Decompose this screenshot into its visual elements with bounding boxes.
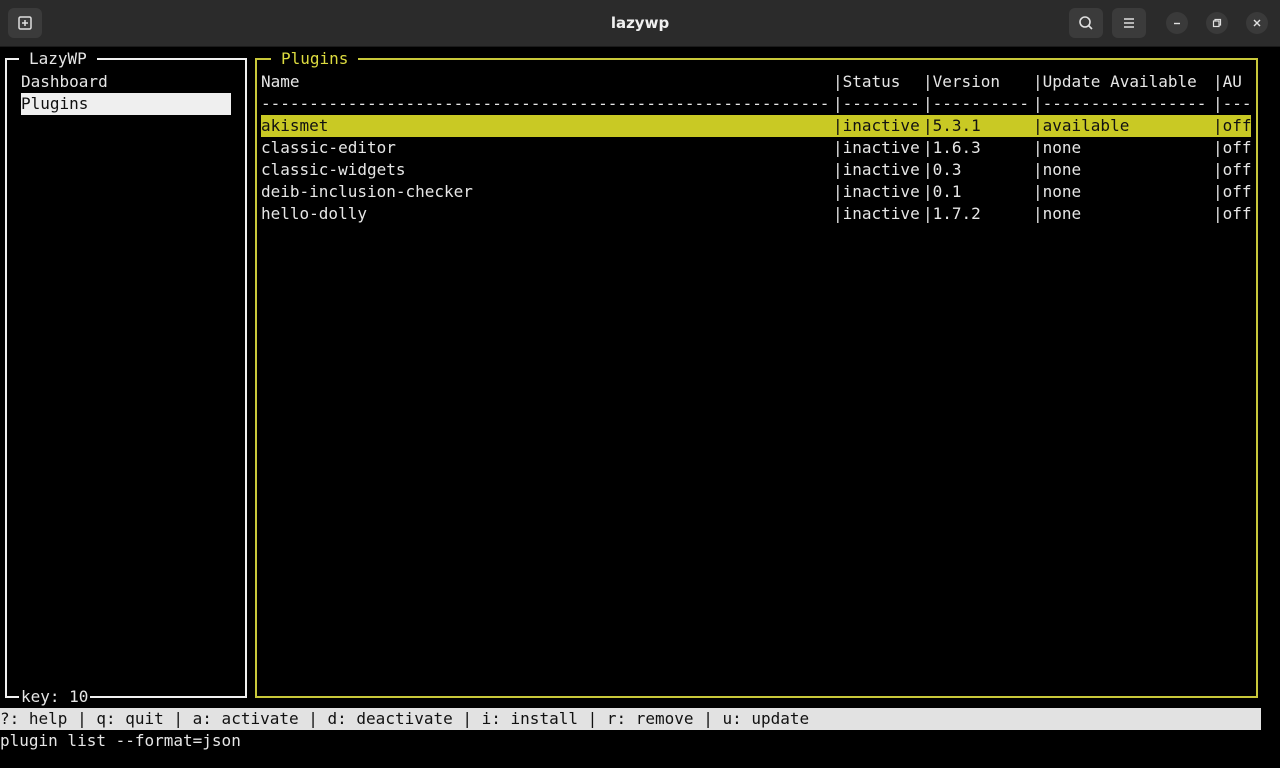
- plugin-version: |5.3.1: [923, 116, 981, 135]
- keybinding-help-bar: ?: help | q: quit | a: activate | d: dea…: [0, 708, 1261, 730]
- plugin-status: |inactive: [833, 182, 920, 201]
- command-line: plugin list --format=json: [0, 731, 241, 750]
- plugin-status: |inactive: [833, 138, 920, 157]
- table-row[interactable]: deib-inclusion-checker |inactive |0.1 |n…: [261, 181, 1251, 203]
- table-row[interactable]: classic-editor |inactive |1.6.3 |none |o…: [261, 137, 1251, 159]
- menu-button[interactable]: [1112, 8, 1146, 38]
- close-button[interactable]: [1246, 12, 1268, 34]
- separator-version: |----------: [923, 94, 1029, 113]
- minimize-button[interactable]: [1166, 12, 1188, 34]
- plugin-update: |none: [1033, 160, 1082, 179]
- plugin-status: |inactive: [833, 204, 920, 223]
- separator-status: |--------: [833, 94, 920, 113]
- sidebar-item-dashboard[interactable]: Dashboard: [21, 71, 231, 93]
- plugin-status: |inactive: [833, 116, 920, 135]
- separator-au: |---: [1213, 94, 1251, 113]
- plugin-name: akismet: [261, 116, 329, 135]
- search-icon: [1079, 16, 1093, 30]
- key-counter: key: 10: [19, 686, 91, 708]
- column-header-version: |Version: [923, 72, 1001, 91]
- hamburger-menu-icon: [1124, 18, 1134, 28]
- plugin-update: |none: [1033, 182, 1082, 201]
- plugin-update: |none: [1033, 138, 1082, 157]
- plugin-version: |0.3: [923, 160, 962, 179]
- column-header-status: |Status: [833, 72, 901, 91]
- plugin-update: |available: [1033, 116, 1130, 135]
- table-header: Name |Status |Version |Update Available …: [261, 71, 1251, 93]
- plugin-au: |off: [1213, 160, 1251, 179]
- plugin-version: |0.1: [923, 182, 962, 201]
- plugin-update: |none: [1033, 204, 1082, 223]
- table-row[interactable]: hello-dolly |inactive |1.7.2 |none |off: [261, 203, 1251, 225]
- plugin-au: |off: [1213, 204, 1251, 223]
- separator-name: ----------------------------------------…: [261, 94, 830, 113]
- plugin-status: |inactive: [833, 160, 920, 179]
- plugin-version: |1.6.3: [923, 138, 981, 157]
- plugin-au: |off: [1213, 138, 1251, 157]
- search-button[interactable]: [1069, 8, 1103, 38]
- column-header-au: |AU: [1213, 72, 1242, 91]
- plugin-name: classic-widgets: [261, 160, 406, 179]
- plugin-name: deib-inclusion-checker: [261, 182, 473, 201]
- plugin-au: |off: [1213, 182, 1251, 201]
- plugin-version: |1.7.2: [923, 204, 981, 223]
- table-separator: ----------------------------------------…: [261, 93, 1251, 115]
- maximize-button[interactable]: [1206, 12, 1228, 34]
- plugins-panel: Plugins Name |Status |Version |Update Av…: [255, 48, 1258, 698]
- window-titlebar: lazywp: [0, 0, 1280, 47]
- column-header-update: |Update Available: [1033, 72, 1197, 91]
- column-header-name: Name: [261, 72, 300, 91]
- close-icon: [1253, 19, 1261, 27]
- sidebar-panel: LazyWP Dashboard Plugins key: 10: [5, 48, 247, 708]
- separator-update: |-----------------: [1033, 94, 1207, 113]
- plugin-au: |off: [1213, 116, 1251, 135]
- sidebar-title: LazyWP: [19, 48, 97, 70]
- plugins-title: Plugins: [271, 48, 359, 70]
- plugin-name: classic-editor: [261, 138, 396, 157]
- plugin-name: hello-dolly: [261, 204, 367, 223]
- maximize-icon: [1212, 18, 1222, 28]
- sidebar-item-plugins[interactable]: Plugins: [21, 93, 231, 115]
- minimize-icon: [1174, 22, 1180, 25]
- table-row[interactable]: classic-widgets |inactive |0.3 |none |of…: [261, 159, 1251, 181]
- table-row[interactable]: akismet |inactive |5.3.1 |available |off: [261, 115, 1251, 137]
